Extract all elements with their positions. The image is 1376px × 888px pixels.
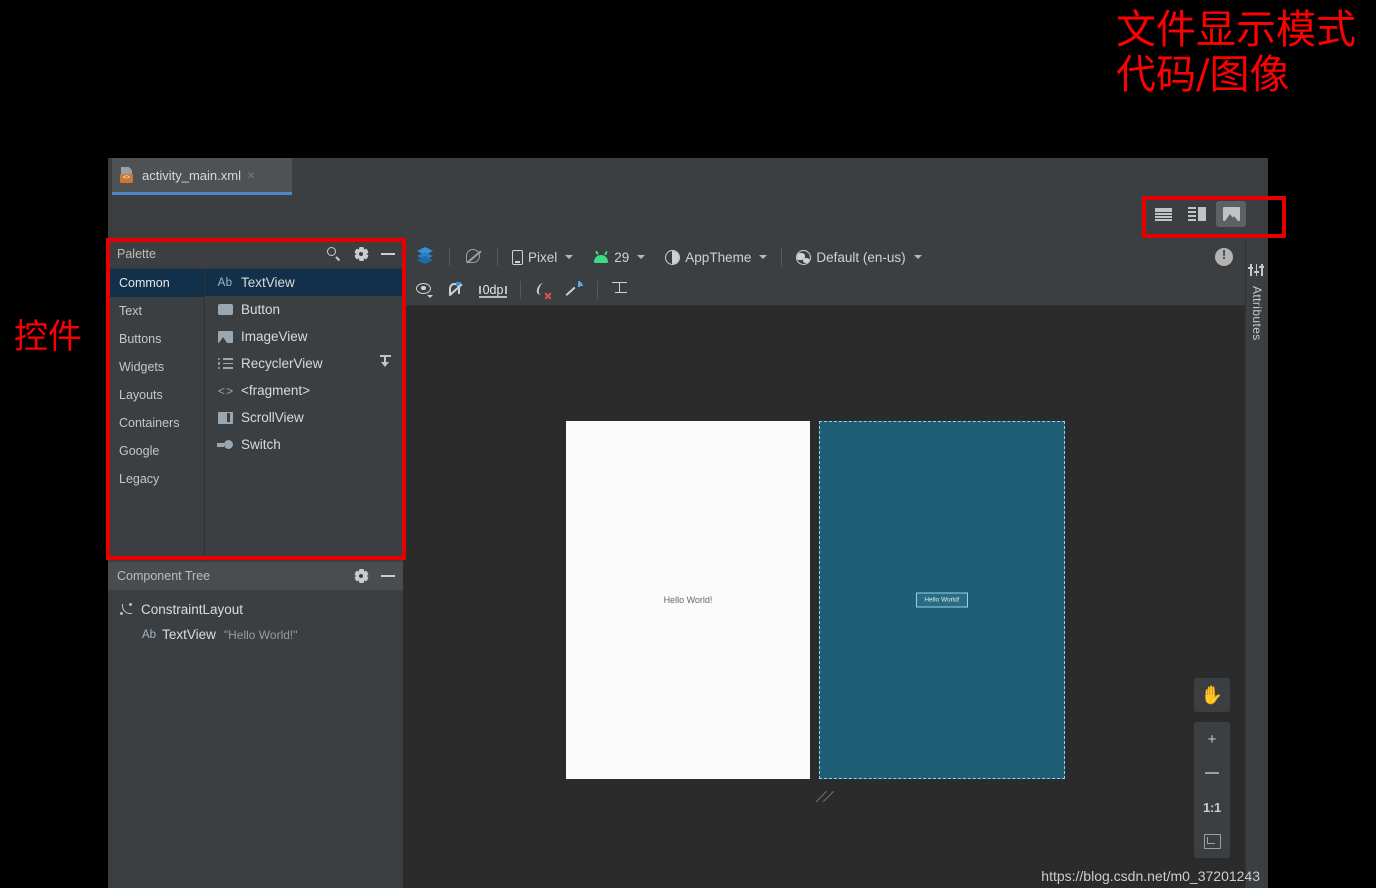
zoom-actual-size-button[interactable]: 1:1 xyxy=(1194,790,1230,824)
eye-icon xyxy=(416,282,433,298)
gear-icon[interactable] xyxy=(353,569,369,583)
theme-label: AppTheme xyxy=(685,249,752,265)
locale-label: Default (en-us) xyxy=(816,249,906,265)
toolbar-divider xyxy=(597,280,599,299)
toolbar-divider xyxy=(781,248,783,266)
tree-node-value: "Hello World!" xyxy=(223,627,298,642)
tree-node-label: ConstraintLayout xyxy=(141,602,244,617)
chevron-down-icon xyxy=(565,255,574,259)
clear-constraints-button[interactable] xyxy=(530,280,557,300)
close-icon[interactable]: × xyxy=(247,168,255,182)
globe-icon xyxy=(796,249,812,265)
zoom-level-label: 1:1 xyxy=(1203,799,1221,815)
chevron-down-icon xyxy=(759,255,768,259)
attributes-panel-label: Attributes xyxy=(1250,286,1264,341)
ab-text-icon: Ab xyxy=(142,628,157,641)
attributes-side-strip[interactable]: Attributes xyxy=(1245,240,1268,888)
zoom-group: + 1:1 xyxy=(1194,722,1230,858)
layers-button[interactable] xyxy=(411,246,440,268)
chevron-down-icon xyxy=(913,255,922,259)
clear-constraints-icon xyxy=(535,282,552,300)
locale-selector[interactable]: Default (en-us) xyxy=(791,248,926,267)
fit-screen-icon xyxy=(1203,833,1221,849)
render-preview-text: Hello World! xyxy=(663,595,713,605)
editor-top-strip xyxy=(108,195,1268,241)
design-surface-column: Pixel 29 AppTheme Default (en-us) ! 0dp … xyxy=(403,240,1268,888)
no-blueprint-icon xyxy=(464,248,483,266)
canvas-resize-handle[interactable] xyxy=(814,784,840,810)
design-toolbar-row1: Pixel 29 AppTheme Default (en-us) ! xyxy=(403,240,1268,274)
warning-icon xyxy=(1215,247,1233,266)
annotation-line-2: 代码/图像 xyxy=(1116,51,1290,98)
pan-tool-button[interactable]: ✋ xyxy=(1194,678,1230,712)
editor-tab-activity-main[interactable]: <> activity_main.xml × xyxy=(112,158,292,192)
editor-tab-label: activity_main.xml xyxy=(142,167,241,183)
design-canvas[interactable]: Hello World! Hello World! ✋ + 1:1 xyxy=(403,306,1268,888)
zoom-in-button[interactable]: + xyxy=(1194,722,1230,756)
annotation-text-palette: 控件 xyxy=(14,317,82,357)
minus-icon xyxy=(1205,772,1219,774)
blueprint-textview-widget[interactable]: Hello World! xyxy=(916,592,968,608)
magnet-off-icon xyxy=(447,281,464,298)
screenshot-root: <> activity_main.xml × Palette Common Te… xyxy=(0,0,1376,888)
default-margin-field[interactable]: 0dp xyxy=(475,282,511,298)
autoconnect-button[interactable] xyxy=(442,280,469,300)
theme-icon xyxy=(665,249,681,265)
chevron-down-icon xyxy=(637,255,646,259)
annotation-line-1: 文件显示模式 xyxy=(1116,7,1356,53)
magic-wand-icon xyxy=(565,280,584,298)
zoom-out-button[interactable] xyxy=(1194,756,1230,790)
minimize-icon[interactable] xyxy=(381,575,395,577)
tree-node-label: TextView xyxy=(162,627,216,642)
constraintlayout-icon xyxy=(120,602,135,617)
blueprint-preview[interactable]: Hello World! xyxy=(819,421,1065,779)
default-margin-value: 0dp xyxy=(482,282,504,297)
sliders-icon xyxy=(1248,264,1265,276)
blueprint-toggle-button[interactable] xyxy=(459,246,488,268)
xml-layout-file-icon: <> xyxy=(120,167,135,183)
zoom-controls: ✋ + 1:1 xyxy=(1194,678,1230,858)
issues-button[interactable] xyxy=(1210,246,1238,268)
editor-tab-bar: <> activity_main.xml × xyxy=(108,158,1268,195)
layers-icon xyxy=(416,247,435,266)
toolbar-divider xyxy=(520,280,522,299)
component-tree-body: ConstraintLayout Ab TextView "Hello Worl… xyxy=(108,590,403,888)
pan-group: ✋ xyxy=(1194,678,1230,712)
tree-node-constraintlayout[interactable]: ConstraintLayout xyxy=(108,597,403,622)
zoom-to-fit-button[interactable] xyxy=(1194,824,1230,858)
baseline-align-button[interactable] xyxy=(607,280,632,300)
plus-icon: + xyxy=(1207,730,1217,748)
device-selector[interactable]: Pixel xyxy=(507,248,578,267)
tree-node-textview[interactable]: Ab TextView "Hello World!" xyxy=(108,622,403,647)
api-level-selector[interactable]: 29 xyxy=(588,248,650,267)
view-options-button[interactable] xyxy=(411,280,438,300)
infer-constraints-button[interactable] xyxy=(561,280,588,300)
baseline-icon xyxy=(612,281,628,298)
device-selector-label: Pixel xyxy=(528,249,558,265)
render-preview[interactable]: Hello World! xyxy=(566,421,810,779)
watermark-url: https://blog.csdn.net/m0_37201243 xyxy=(1041,868,1260,884)
toolbar-divider xyxy=(449,248,450,266)
annotation-text-view-mode: 文件显示模式 代码/图像 xyxy=(1116,8,1356,98)
android-icon xyxy=(593,250,609,263)
phone-icon xyxy=(512,249,523,265)
toolbar-divider xyxy=(497,248,498,266)
component-tree-header: Component Tree xyxy=(108,562,403,590)
theme-selector[interactable]: AppTheme xyxy=(660,248,772,267)
api-level-label: 29 xyxy=(614,249,630,265)
component-tree-title: Component Tree xyxy=(117,569,211,583)
hand-icon: ✋ xyxy=(1200,684,1224,705)
annotation-box-palette xyxy=(106,238,406,560)
design-toolbar-row2: 0dp xyxy=(403,274,1268,306)
annotation-box-view-modes xyxy=(1142,196,1286,238)
